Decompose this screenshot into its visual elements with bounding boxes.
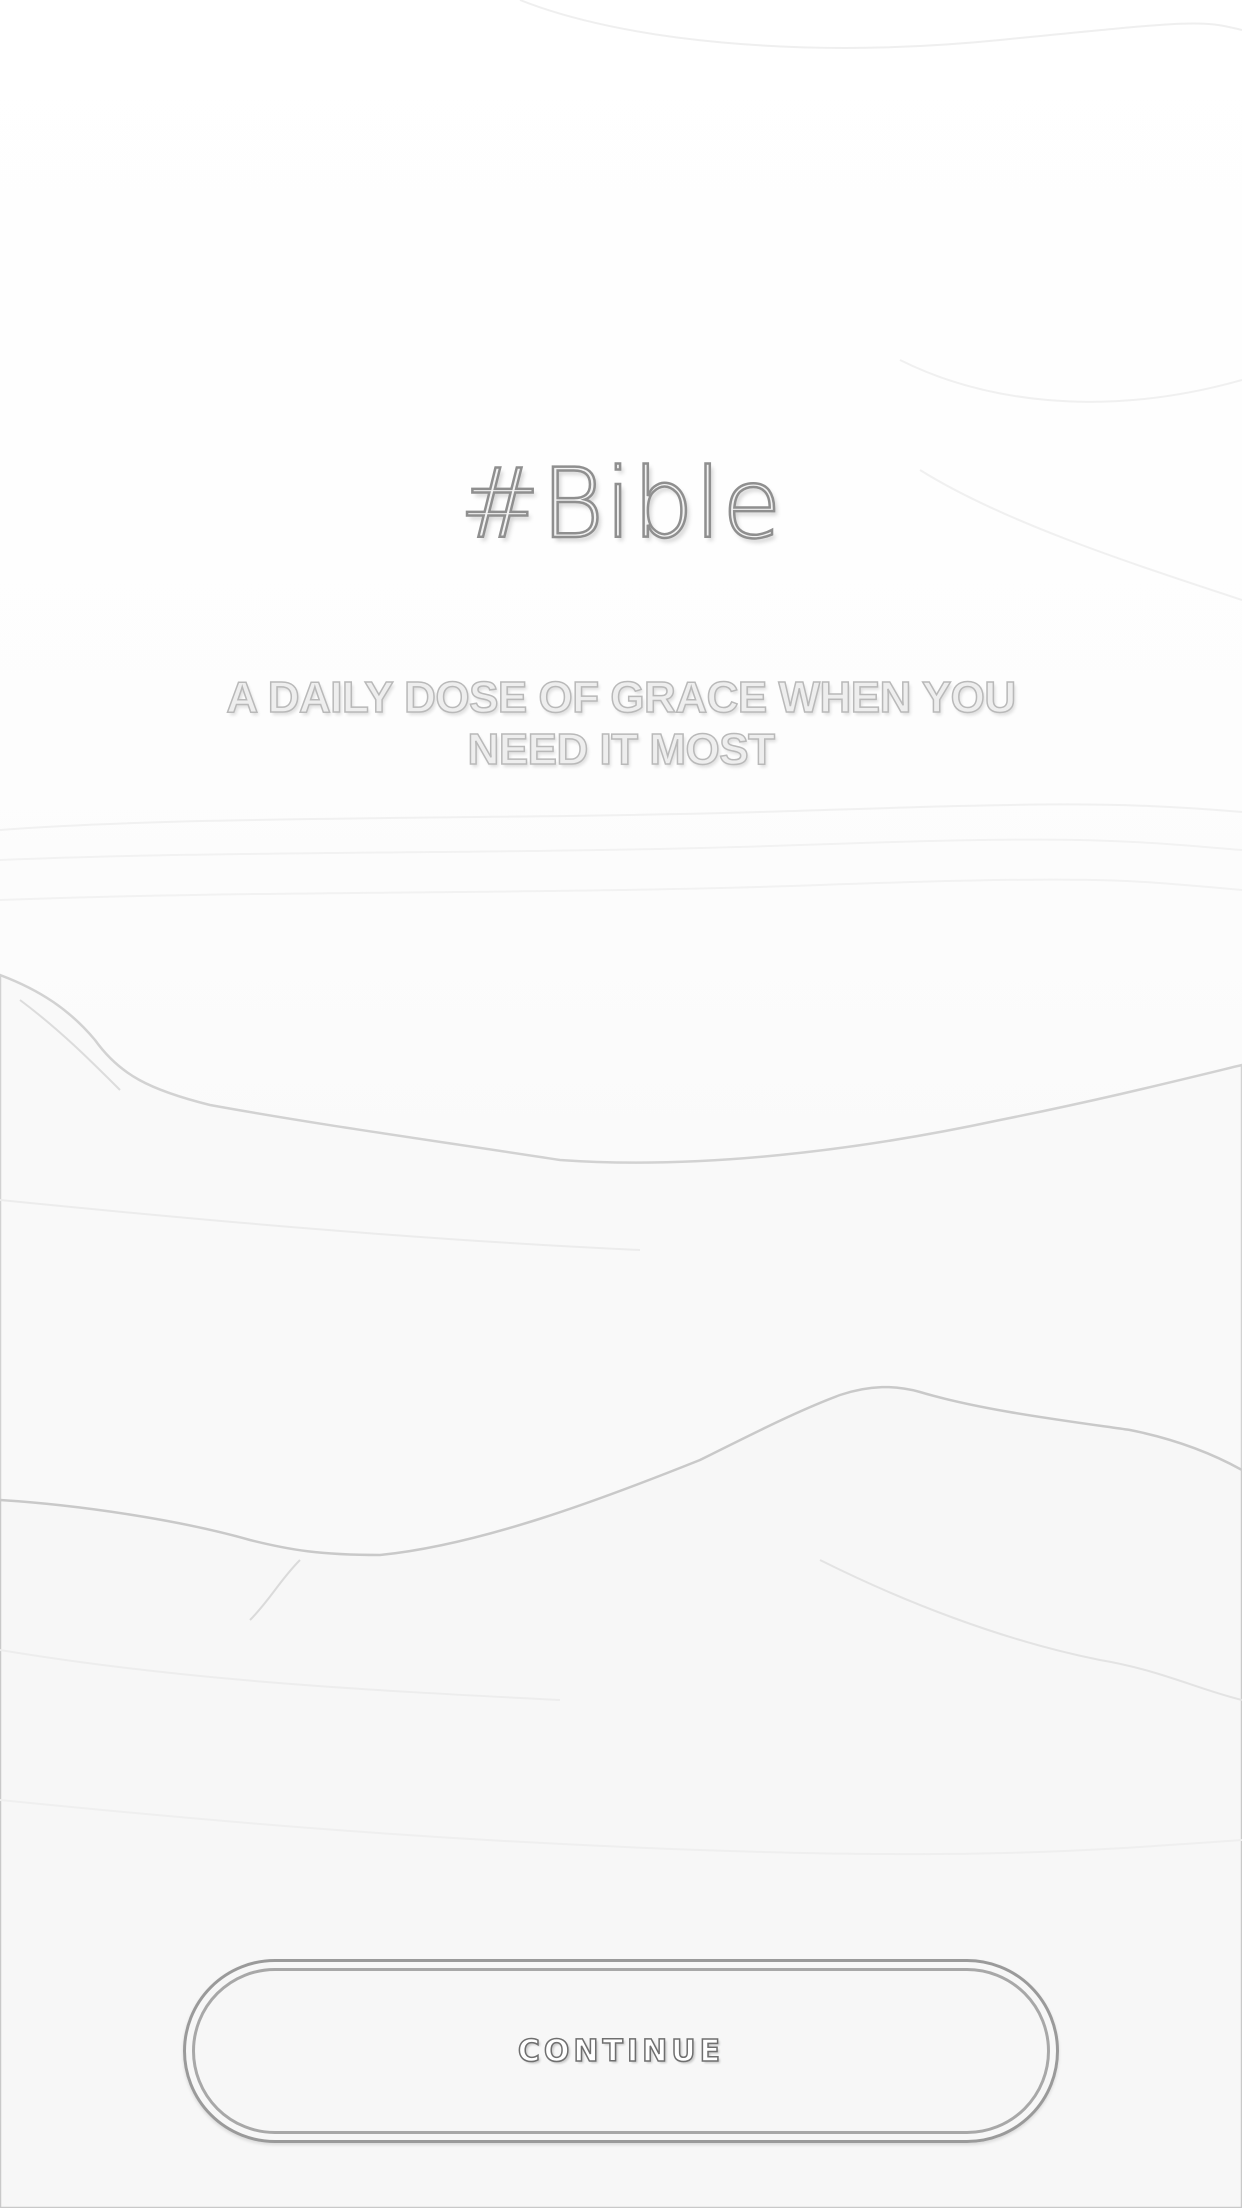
continue-button-label: CONTINUE (517, 2033, 725, 2070)
app-tagline: A DAILY DOSE OF GRACE WHEN YOU NEED IT M… (226, 672, 1017, 775)
onboarding-screen: #Bible A DAILY DOSE OF GRACE WHEN YOU NE… (0, 0, 1242, 2208)
mountain-background (0, 0, 1242, 2208)
continue-button[interactable]: CONTINUE (183, 1959, 1059, 2143)
app-title: #Bible (458, 447, 783, 562)
